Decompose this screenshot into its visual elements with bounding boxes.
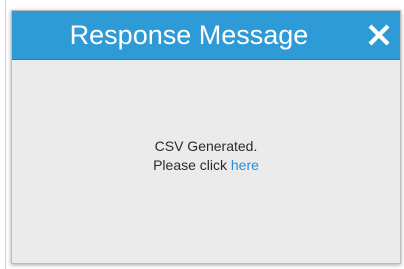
message-prefix: Please click — [153, 157, 227, 173]
dialog-title: Response Message — [69, 20, 309, 50]
response-message: CSV Generated. Please click here — [12, 137, 400, 175]
close-icon — [368, 24, 390, 46]
message-line-1: CSV Generated. — [154, 138, 258, 154]
background-page-edge — [0, 0, 6, 269]
message-line-2: Please click here — [12, 156, 400, 175]
dialog-header: Response Message — [12, 11, 400, 60]
response-message-dialog: Response Message CSV Generated. Please c… — [11, 10, 401, 264]
close-button[interactable] — [364, 20, 394, 50]
dialog-body: CSV Generated. Please click here — [12, 60, 400, 263]
here-link[interactable]: here — [231, 157, 259, 173]
